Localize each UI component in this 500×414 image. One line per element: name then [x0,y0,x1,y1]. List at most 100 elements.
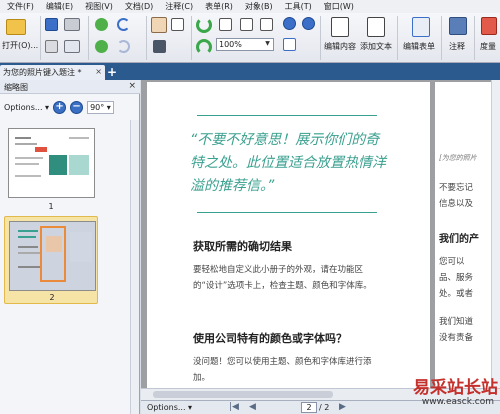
options-dropdown[interactable]: Options... ▾ [4,103,49,112]
edit-form-icon [412,17,430,37]
page-2-left: “不要不好意思！展示你们的奇特之处。此位置适合放置热情洋溢的推荐信。” 获取所需… [147,82,430,400]
zoom-marquee-icon[interactable] [283,38,296,51]
rotate-left-icon[interactable] [196,17,212,33]
menu-tools[interactable]: 工具(T) [279,1,318,12]
scroll-thumb[interactable] [153,391,333,398]
fit-page-icon[interactable] [240,18,253,31]
text-line: 我们知道 [439,317,474,327]
site-watermark: 易采站长站 www.easck.com [376,373,498,413]
menu-document[interactable]: 文档(D) [119,1,159,12]
redo-icon[interactable] [117,40,130,53]
status-options-dropdown[interactable]: Options... ▾ [147,403,192,412]
thumbnail-page-1[interactable]: 1 [4,124,98,214]
document-viewport: “不要不好意思！展示你们的奇特之处。此位置适合放置热情洋溢的推荐信。” 获取所需… [141,80,500,400]
zoom-in-thumb-button[interactable]: + [53,100,67,114]
status-options-label: Options... [147,403,186,412]
thumbnail-panel: 缩略图 × Options... ▾ + − 90° ▾ 1 2 [0,80,140,414]
text-line: 您可以 [439,257,465,267]
options-label: Options... [4,102,43,112]
page-number-input[interactable]: 2 [301,402,317,413]
undo-icon[interactable] [117,18,130,31]
email-icon[interactable] [64,40,80,53]
thumbnail-image [9,221,96,291]
tab-document[interactable]: 为您的照片键入题注 * × [0,65,105,80]
zoom-select[interactable]: 100% ▼ [216,38,274,51]
menu-bar: 文件(F) 编辑(E) 视图(V) 文档(D) 注释(C) 表单(R) 对象(B… [0,0,500,13]
fit-width-icon[interactable] [260,18,273,31]
separator [191,16,192,60]
panel-title: 缩略图 [4,83,28,92]
save-icon[interactable] [45,18,58,31]
close-icon[interactable]: × [128,81,136,91]
page-number-label: 1 [48,202,54,211]
zoom-out-thumb-button[interactable]: − [70,100,84,114]
paragraph-customize: 要轻松地自定义此小册子的外观，请在功能区的“设计”选项卡上，检查主题、颜色和字体… [193,265,372,291]
forward-icon[interactable] [95,40,108,53]
zoom-in-icon[interactable] [283,17,296,30]
actual-size-icon[interactable] [219,18,232,31]
chevron-down-icon: ▼ [265,40,270,47]
separator [474,16,475,60]
prev-page-icon[interactable]: ◀ [249,402,256,412]
next-page-icon[interactable]: ▶ [339,402,346,412]
text-line: 没有责备 [439,333,474,343]
separator [146,16,147,60]
divider-bottom [197,212,377,213]
separator [397,16,398,60]
tab-title: 为您的照片键入题注 * [3,68,82,77]
measure-label: 度量 [480,42,496,51]
snapshot-icon[interactable] [153,40,166,53]
rotate-select[interactable]: 90° ▾ [87,100,114,114]
panel-scrollbar[interactable] [130,120,139,414]
menu-view[interactable]: 视图(V) [79,1,119,12]
open-label: 打开(O)... [2,41,39,50]
hand-tool-icon[interactable] [151,17,167,33]
menu-edit[interactable]: 编辑(E) [40,1,79,12]
paragraph-no-problem: 没问题！您可以使用主题、颜色和字体库进行添加。 [193,357,372,383]
text-line: 品、服务 [439,273,474,283]
folder-open-icon [6,19,26,35]
rotate-right-icon[interactable] [196,39,212,55]
annotate-label: 注释 [449,42,465,51]
heading-our-products: 我们的产 [439,234,479,245]
watermark-url: www.easck.com [421,397,494,407]
add-text-label: 添加文本 [360,42,392,51]
thumbnail-page-2[interactable]: 2 [4,216,98,304]
heading-exact-results: 获取所需的确切结果 [193,240,292,253]
new-tab-button[interactable]: + [107,66,117,78]
select-text-icon[interactable] [171,18,184,31]
menu-object[interactable]: 对象(B) [239,1,279,12]
first-page-icon[interactable]: |◀ [229,402,239,412]
thumbnail-image [8,128,95,198]
close-icon[interactable]: × [95,67,102,76]
menu-window[interactable]: 窗口(W) [318,1,360,12]
testimonial-quote: “不要不好意思！展示你们的奇特之处。此位置适合放置热情洋溢的推荐信。” [190,132,386,194]
panel-toolbar: Options... ▾ + − 90° ▾ [0,95,140,119]
edit-content-icon [331,17,349,37]
panel-header: 缩略图 × [0,80,140,94]
print-icon[interactable] [45,40,58,53]
rotate-value: 90° [90,102,105,112]
menu-form[interactable]: 表单(R) [199,1,239,12]
text-line: 处。或者 [439,289,474,299]
scanner-icon[interactable] [64,18,80,31]
text-line: 信息以及 [439,199,474,209]
ruler-icon [481,17,497,35]
heading-company-colors: 使用公司特有的颜色或字体吗？ [193,332,347,345]
page-number-label: 2 [49,293,55,302]
menu-file[interactable]: 文件(F) [0,1,40,12]
edit-form-label: 编辑表单 [403,42,435,51]
toolbar-ribbon: 打开(O)... 100% ▼ 编辑内容 添加文本 编辑表单 注释 度量 [0,13,500,63]
zoom-out-icon[interactable] [302,17,315,30]
back-icon[interactable] [95,18,108,31]
vertical-scrollbar[interactable] [491,80,500,400]
zoom-value: 100% [219,40,242,49]
edit-content-label: 编辑内容 [324,42,356,51]
watermark-text: 易采站长站 [413,378,498,398]
separator [88,16,89,60]
separator [40,16,41,60]
document-tab-bar: 为您的照片键入题注 * × + [0,63,500,80]
page-total-label: / 2 [319,403,330,412]
text-line: 不要忘记 [439,183,474,193]
menu-comment[interactable]: 注释(C) [159,1,199,12]
